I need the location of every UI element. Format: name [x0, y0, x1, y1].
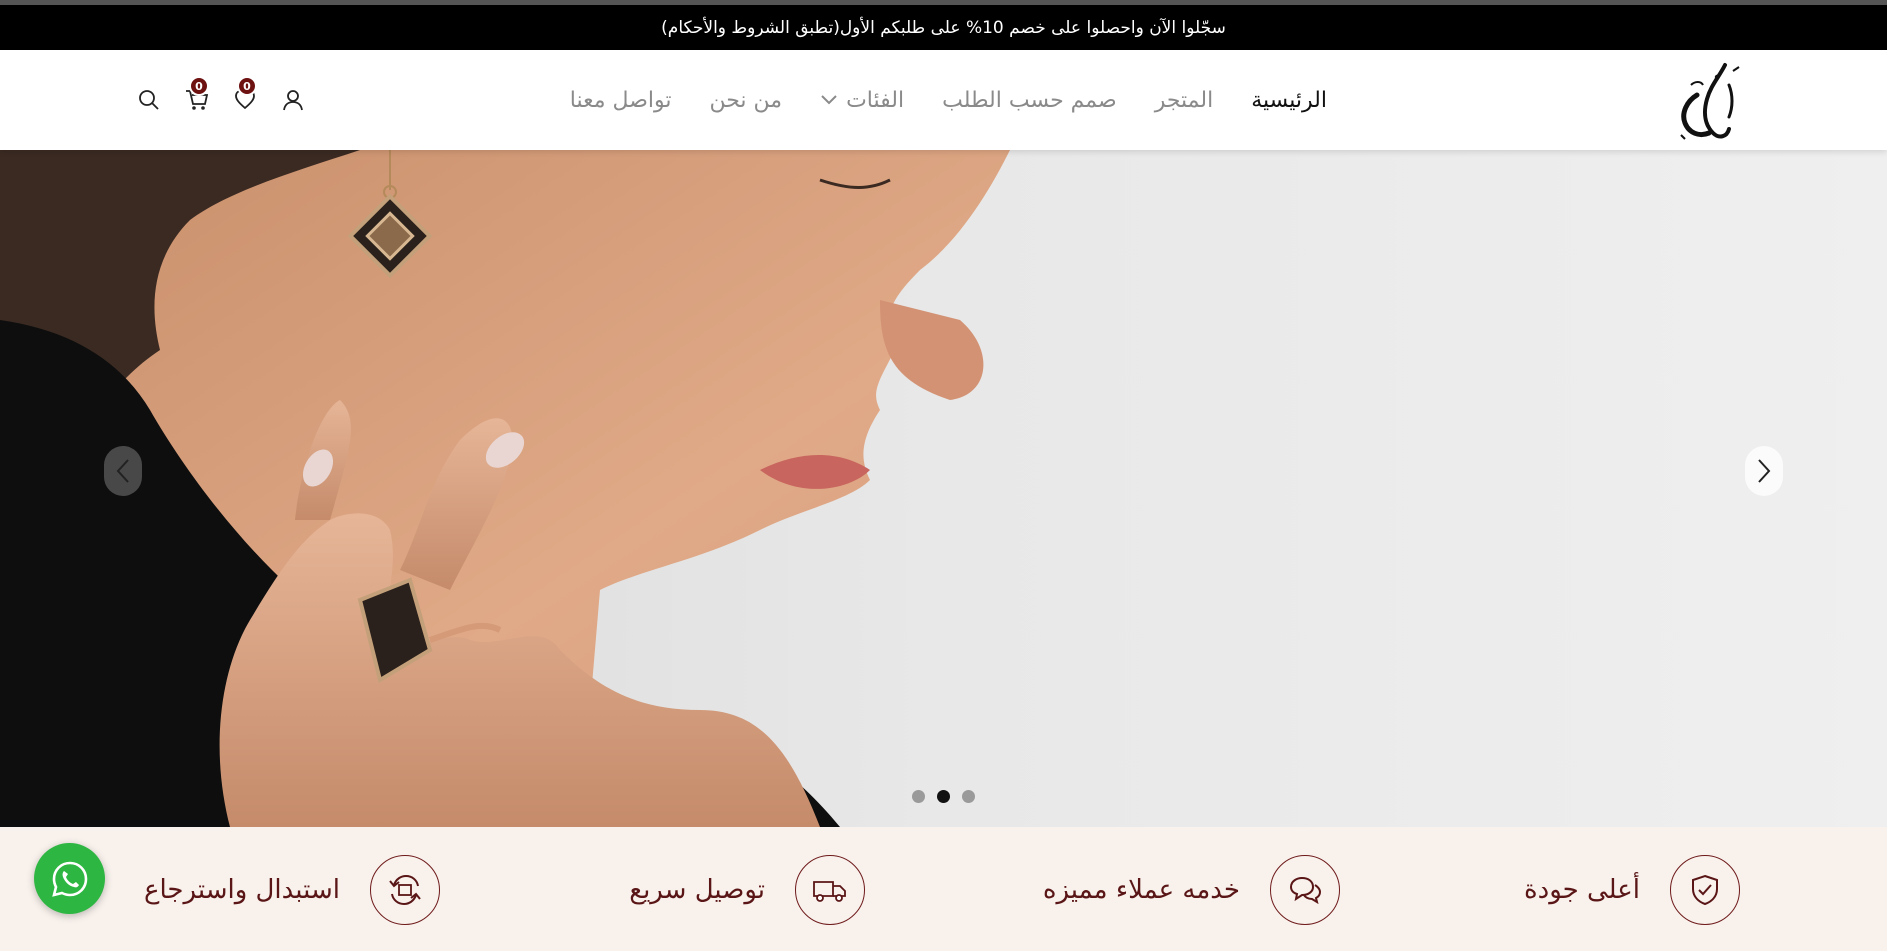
wishlist-count-badge: 0 — [237, 76, 257, 96]
slider-dot-2[interactable] — [937, 790, 950, 803]
feature-fast-delivery: توصيل سريع — [629, 855, 865, 925]
nav-home[interactable]: الرئيسية — [1251, 88, 1327, 113]
header-actions: 0 0 — [135, 76, 307, 122]
slider-next-button[interactable] — [1745, 446, 1783, 496]
hero-slider — [0, 150, 1887, 827]
feature-service-icon-circle — [1270, 855, 1340, 925]
truck-icon — [813, 881, 846, 902]
chevron-left-icon — [116, 459, 129, 483]
whatsapp-icon — [51, 861, 87, 897]
account-button[interactable] — [279, 86, 307, 114]
feature-customer-service: خدمه عملاء مميزه — [1043, 855, 1340, 925]
features-bar: أعلى جودة خدمه عملاء مميزه توصيل سريع اس… — [0, 827, 1887, 951]
wishlist-button[interactable]: 0 — [231, 76, 259, 114]
chevron-right-icon — [1758, 459, 1771, 483]
announcement-text: سجّلوا الآن واحصلوا على خصم 10% على طلبك… — [661, 17, 1226, 38]
feature-quality-icon-circle — [1670, 855, 1740, 925]
shield-check-icon — [1692, 874, 1718, 906]
chevron-down-icon — [821, 95, 837, 105]
search-icon — [139, 90, 159, 110]
cart-button[interactable]: 0 — [183, 76, 211, 114]
site-header: الرئيسية المتجر صمم حسب الطلب الفئات من … — [0, 50, 1887, 150]
nav-contact[interactable]: تواصل معنا — [570, 88, 672, 113]
feature-delivery-icon-circle — [795, 855, 865, 925]
feature-service-label: خدمه عملاء مميزه — [1042, 875, 1240, 905]
exchange-icon — [389, 874, 421, 906]
nav-categories-label: الفئات — [846, 87, 905, 113]
slider-prev-button[interactable] — [104, 446, 142, 496]
user-icon — [283, 90, 303, 111]
announcement-bar: سجّلوا الآن واحصلوا على خصم 10% على طلبك… — [0, 5, 1887, 50]
feature-exchange-label: استبدال واسترجاع — [144, 875, 340, 905]
slider-dot-1[interactable] — [912, 790, 925, 803]
nav-custom-design[interactable]: صمم حسب الطلب — [942, 88, 1117, 113]
feature-quality-label: أعلى جودة — [1524, 875, 1640, 905]
logo-calligraphy-icon — [1680, 63, 1740, 140]
nav-categories[interactable]: الفئات — [820, 88, 904, 113]
brand-logo[interactable] — [1667, 55, 1747, 147]
feature-quality: أعلى جودة — [1524, 855, 1740, 925]
search-button[interactable] — [135, 86, 163, 114]
nav-about[interactable]: من نحن — [709, 88, 782, 113]
nav-store[interactable]: المتجر — [1155, 88, 1214, 113]
cart-count-badge: 0 — [189, 76, 209, 96]
feature-exchange-icon-circle — [370, 855, 440, 925]
slider-dot-3[interactable] — [962, 790, 975, 803]
slider-dots — [0, 790, 1887, 803]
feature-delivery-label: توصيل سريع — [629, 875, 765, 905]
feature-exchange-return: استبدال واسترجاع — [144, 855, 440, 925]
main-nav: الرئيسية المتجر صمم حسب الطلب الفئات من … — [570, 50, 1327, 150]
chat-bubbles-icon — [1289, 876, 1322, 905]
hero-model-image — [0, 150, 1887, 827]
whatsapp-chat-button[interactable] — [34, 843, 105, 914]
